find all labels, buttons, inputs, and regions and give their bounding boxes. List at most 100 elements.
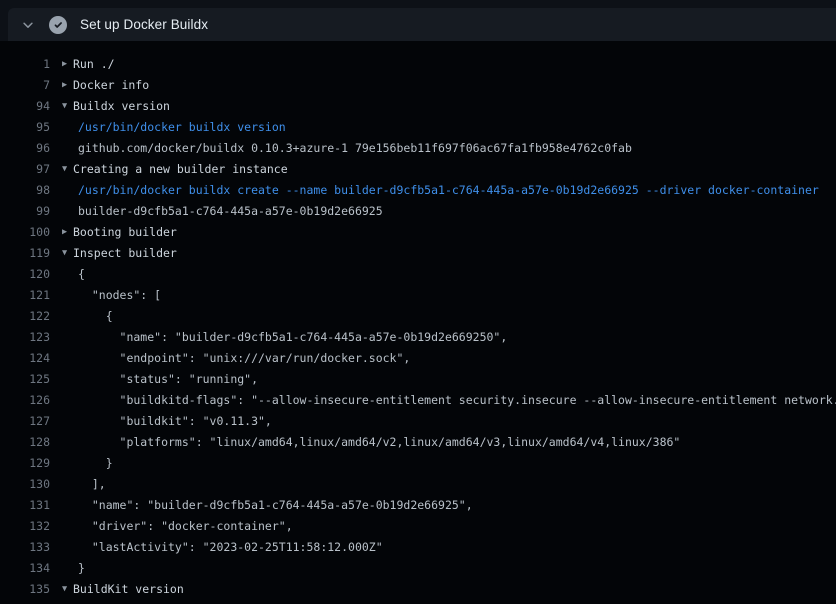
group-toggle-icon — [62, 474, 73, 495]
line-number-link[interactable]: 124 — [0, 348, 50, 369]
line-number-link[interactable]: 125 — [0, 369, 50, 390]
line-number-link[interactable]: 121 — [0, 285, 50, 306]
group-expand-icon[interactable]: ▶ — [62, 54, 73, 75]
line-number-link[interactable]: 129 — [0, 453, 50, 474]
line-number-link[interactable]: 98 — [0, 180, 50, 201]
line-number-link[interactable]: 126 — [0, 390, 50, 411]
log-row: 95 /usr/bin/docker buildx version — [0, 117, 836, 138]
log-text: builder-d9cfb5a1-c764-445a-a57e-0b19d2e6… — [73, 600, 452, 604]
log-text: "endpoint": "unix:///var/run/docker.sock… — [73, 348, 410, 369]
line-number-link[interactable]: 122 — [0, 306, 50, 327]
group-collapse-icon[interactable]: ▼ — [62, 159, 73, 180]
group-toggle-icon — [62, 537, 73, 558]
log-row[interactable]: 135 ▼ BuildKit version — [0, 579, 836, 600]
log-row: 124 "endpoint": "unix:///var/run/docker.… — [0, 348, 836, 369]
group-collapse-icon[interactable]: ▼ — [62, 579, 73, 600]
line-number-link[interactable]: 95 — [0, 117, 50, 138]
log-text: "lastActivity": "2023-02-25T11:58:12.000… — [73, 537, 383, 558]
log-row: 129 } — [0, 453, 836, 474]
group-toggle-icon — [62, 411, 73, 432]
group-collapse-icon[interactable]: ▼ — [62, 243, 73, 264]
group-toggle-icon — [62, 138, 73, 159]
log-row: 125 "status": "running", — [0, 369, 836, 390]
log-text: "platforms": "linux/amd64,linux/amd64/v2… — [73, 432, 680, 453]
log-text: ], — [73, 474, 106, 495]
chevron-down-icon[interactable] — [21, 18, 35, 32]
log-row: 131 "name": "builder-d9cfb5a1-c764-445a-… — [0, 495, 836, 516]
group-toggle-icon — [62, 453, 73, 474]
line-number-link[interactable]: 133 — [0, 537, 50, 558]
log-row[interactable]: 119 ▼ Inspect builder — [0, 243, 836, 264]
log-text: "name": "builder-d9cfb5a1-c764-445a-a57e… — [73, 495, 473, 516]
log-text: Booting builder — [73, 222, 177, 243]
log-text: "driver": "docker-container", — [73, 516, 293, 537]
line-number-link[interactable]: 100 — [0, 222, 50, 243]
log-row: 132 "driver": "docker-container", — [0, 516, 836, 537]
log-row: 136 builder-d9cfb5a1-c764-445a-a57e-0b19… — [0, 600, 836, 604]
log-row[interactable]: 100 ▶ Booting builder — [0, 222, 836, 243]
log-row: 121 "nodes": [ — [0, 285, 836, 306]
group-toggle-icon — [62, 264, 73, 285]
log-text: { — [73, 306, 113, 327]
group-toggle-icon — [62, 327, 73, 348]
log-text: BuildKit version — [73, 579, 184, 600]
log-row: 133 "lastActivity": "2023-02-25T11:58:12… — [0, 537, 836, 558]
log-row[interactable]: 97 ▼ Creating a new builder instance — [0, 159, 836, 180]
step-header[interactable]: Set up Docker Buildx — [8, 8, 836, 41]
log-text: Buildx version — [73, 96, 170, 117]
log-text: github.com/docker/buildx 0.10.3+azure-1 … — [73, 138, 632, 159]
log-row: 127 "buildkit": "v0.11.3", — [0, 411, 836, 432]
group-toggle-icon — [62, 516, 73, 537]
line-number-link[interactable]: 135 — [0, 579, 50, 600]
log-text: } — [73, 453, 113, 474]
line-number-link[interactable]: 1 — [0, 54, 50, 75]
line-number-link[interactable]: 97 — [0, 159, 50, 180]
log-text: builder-d9cfb5a1-c764-445a-a57e-0b19d2e6… — [73, 201, 383, 222]
log-text: Docker info — [73, 75, 149, 96]
line-number-link[interactable]: 119 — [0, 243, 50, 264]
line-number-link[interactable]: 134 — [0, 558, 50, 579]
line-number-link[interactable]: 7 — [0, 75, 50, 96]
line-number-link[interactable]: 136 — [0, 600, 50, 604]
group-toggle-icon — [62, 495, 73, 516]
log-text: Run ./ — [73, 54, 115, 75]
log-row: 99 builder-d9cfb5a1-c764-445a-a57e-0b19d… — [0, 201, 836, 222]
log-row: 122 { — [0, 306, 836, 327]
line-number-link[interactable]: 132 — [0, 516, 50, 537]
log-text: "name": "builder-d9cfb5a1-c764-445a-a57e… — [73, 327, 507, 348]
group-expand-icon[interactable]: ▶ — [62, 222, 73, 243]
group-toggle-icon — [62, 600, 73, 604]
group-toggle-icon — [62, 201, 73, 222]
line-number-link[interactable]: 130 — [0, 474, 50, 495]
line-number-link[interactable]: 94 — [0, 96, 50, 117]
log-row: 134 } — [0, 558, 836, 579]
log-row: 123 "name": "builder-d9cfb5a1-c764-445a-… — [0, 327, 836, 348]
log-text: /usr/bin/docker buildx version — [73, 117, 286, 138]
line-number-link[interactable]: 123 — [0, 327, 50, 348]
group-toggle-icon — [62, 285, 73, 306]
step-title: Set up Docker Buildx — [80, 17, 208, 32]
log-row: 98 /usr/bin/docker buildx create --name … — [0, 180, 836, 201]
group-expand-icon[interactable]: ▶ — [62, 75, 73, 96]
line-number-link[interactable]: 96 — [0, 138, 50, 159]
log-row: 128 "platforms": "linux/amd64,linux/amd6… — [0, 432, 836, 453]
line-number-link[interactable]: 99 — [0, 201, 50, 222]
log-row: 126 "buildkitd-flags": "--allow-insecure… — [0, 390, 836, 411]
line-number-link[interactable]: 131 — [0, 495, 50, 516]
log-row: 120 { — [0, 264, 836, 285]
log-text: { — [73, 264, 85, 285]
line-number-link[interactable]: 127 — [0, 411, 50, 432]
group-collapse-icon[interactable]: ▼ — [62, 96, 73, 117]
log-container: 1 ▶ Run ./ 7 ▶ Docker info 94 ▼ Buildx v… — [0, 41, 836, 604]
log-text: "status": "running", — [73, 369, 258, 390]
log-row[interactable]: 7 ▶ Docker info — [0, 75, 836, 96]
group-toggle-icon — [62, 348, 73, 369]
log-text: Creating a new builder instance — [73, 159, 288, 180]
group-toggle-icon — [62, 369, 73, 390]
log-row[interactable]: 1 ▶ Run ./ — [0, 54, 836, 75]
log-row[interactable]: 94 ▼ Buildx version — [0, 96, 836, 117]
log-text: } — [73, 558, 85, 579]
line-number-link[interactable]: 120 — [0, 264, 50, 285]
group-toggle-icon — [62, 432, 73, 453]
line-number-link[interactable]: 128 — [0, 432, 50, 453]
